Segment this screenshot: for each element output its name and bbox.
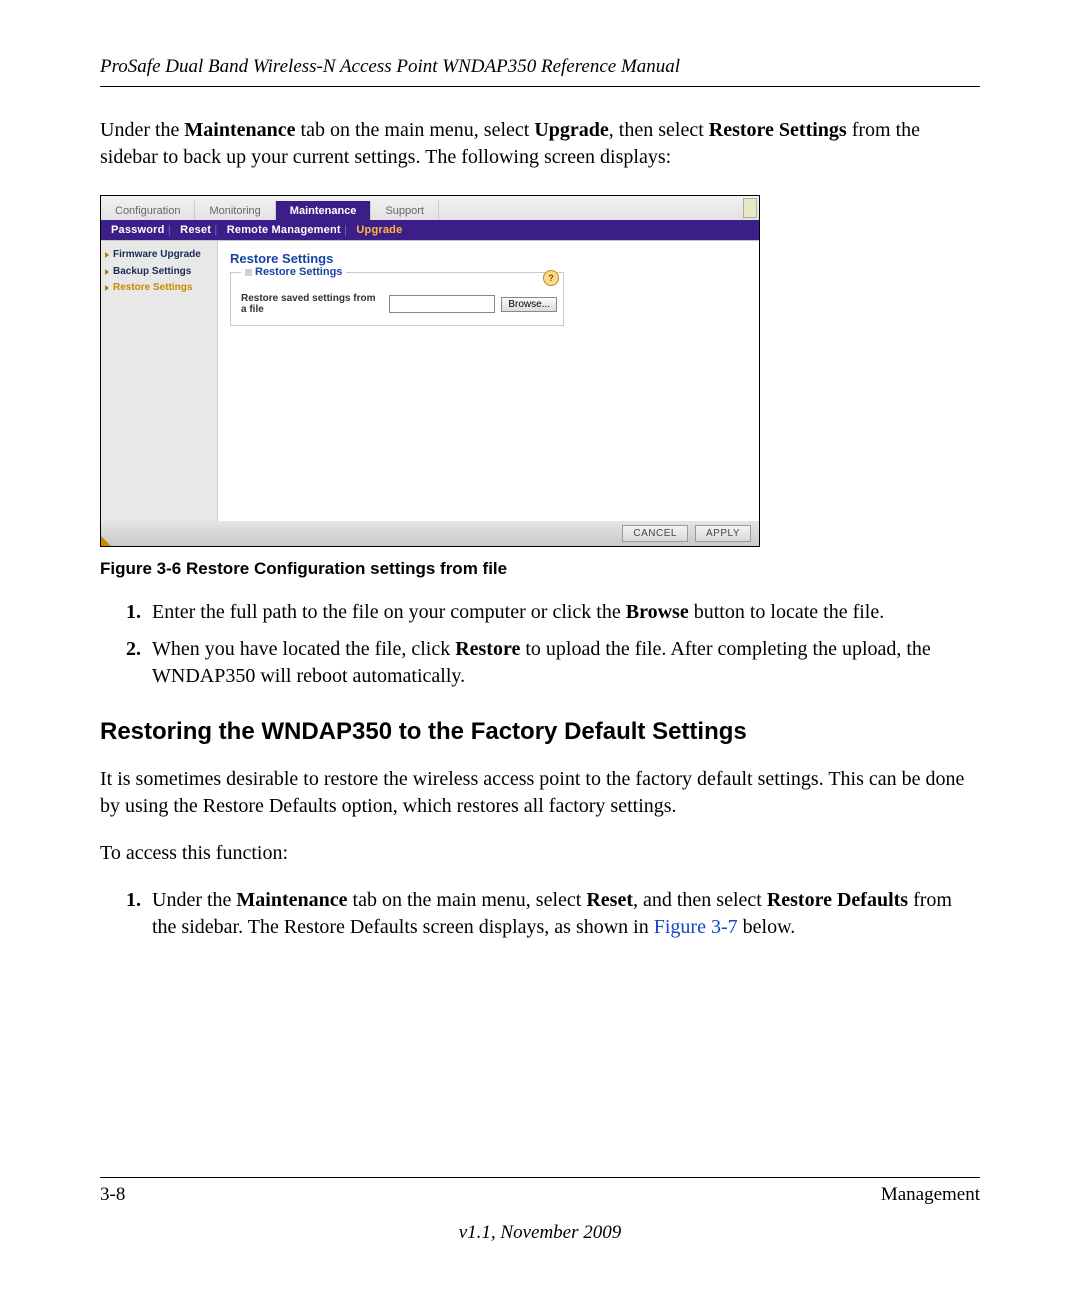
bold: Restore Defaults [767,889,908,911]
tab-support[interactable]: Support [371,201,439,220]
page-number: 3-8 [100,1184,125,1206]
sub-nav: Password | Reset | Remote Management | U… [101,220,759,240]
bold: Reset [586,889,633,911]
footer-button-bar: CANCEL APPLY [101,521,759,546]
subnav-password[interactable]: Password [111,224,165,236]
text: Under the [152,889,236,911]
page-footer: 3-8 Management v1.1, November 2009 [100,1177,980,1244]
sidebar-item-firmware-upgrade[interactable]: Firmware Upgrade [103,247,215,264]
main-tab-bar: Configuration Monitoring Maintenance Sup… [101,196,759,220]
restore-settings-panel: Restore Settings ? Restore saved setting… [230,272,564,326]
figure-3-7-link[interactable]: Figure 3-7 [654,916,738,938]
step-1: Enter the full path to the file on your … [146,599,980,626]
bold: Maintenance [236,889,347,911]
tab-maintenance[interactable]: Maintenance [276,201,372,220]
apply-button[interactable]: APPLY [695,525,751,542]
footer-rule [100,1177,980,1178]
text: button to locate the file. [689,601,885,623]
bold: Upgrade [534,119,608,141]
running-header: ProSafe Dual Band Wireless-N Access Poin… [100,56,980,86]
figure-3-6: Configuration Monitoring Maintenance Sup… [100,195,980,547]
subnav-upgrade[interactable]: Upgrade [356,224,402,236]
paragraph: To access this function: [100,840,980,867]
divider: | [168,224,171,236]
step-1: Under the Maintenance tab on the main me… [146,887,980,941]
subnav-reset[interactable]: Reset [180,224,211,236]
resize-corner-icon [101,536,111,546]
file-path-input[interactable] [389,295,495,313]
figure-caption: Figure 3-6 Restore Configuration setting… [100,559,980,579]
panel-title: Restore Settings [230,251,747,266]
text: tab on the main menu, select [348,889,587,911]
tab-monitoring[interactable]: Monitoring [195,201,275,220]
chapter-name: Management [881,1184,980,1206]
brand-logo [743,198,757,218]
bold: Maintenance [184,119,295,141]
section-heading: Restoring the WNDAP350 to the Factory De… [100,718,980,746]
text: , then select [609,119,709,141]
paragraph: It is sometimes desirable to restore the… [100,766,980,820]
text: Enter the full path to the file on your … [152,601,626,623]
sidebar: Firmware Upgrade Backup Settings Restore… [101,241,218,521]
restore-file-row: Restore saved settings from a file Brows… [241,293,557,315]
browse-button[interactable]: Browse... [501,297,557,312]
cancel-button[interactable]: CANCEL [622,525,688,542]
text: , and then select [633,889,767,911]
intro-paragraph: Under the Maintenance tab on the main me… [100,117,980,171]
text: Under the [100,119,184,141]
steps-list-2: Under the Maintenance tab on the main me… [100,887,980,941]
sidebar-item-backup-settings[interactable]: Backup Settings [103,264,215,281]
text: below. [738,916,796,938]
header-rule [100,86,980,87]
work-area: Firmware Upgrade Backup Settings Restore… [101,240,759,521]
sidebar-item-restore-settings[interactable]: Restore Settings [103,280,215,297]
doc-version: v1.1, November 2009 [100,1222,980,1244]
content-pane: Restore Settings Restore Settings ? Rest… [218,241,759,521]
tab-configuration[interactable]: Configuration [101,201,195,220]
steps-list-1: Enter the full path to the file on your … [100,599,980,690]
bold: Restore [455,638,520,660]
bold: Restore Settings [709,119,847,141]
subnav-remote-management[interactable]: Remote Management [227,224,341,236]
bold: Browse [626,601,689,623]
divider: | [214,224,217,236]
help-icon[interactable]: ? [543,270,559,286]
text: tab on the main menu, select [296,119,535,141]
panel-legend: Restore Settings [241,266,346,278]
divider: | [344,224,347,236]
screenshot-frame: Configuration Monitoring Maintenance Sup… [100,195,760,547]
restore-file-label: Restore saved settings from a file [241,293,383,315]
step-2: When you have located the file, click Re… [146,636,980,690]
text: When you have located the file, click [152,638,455,660]
